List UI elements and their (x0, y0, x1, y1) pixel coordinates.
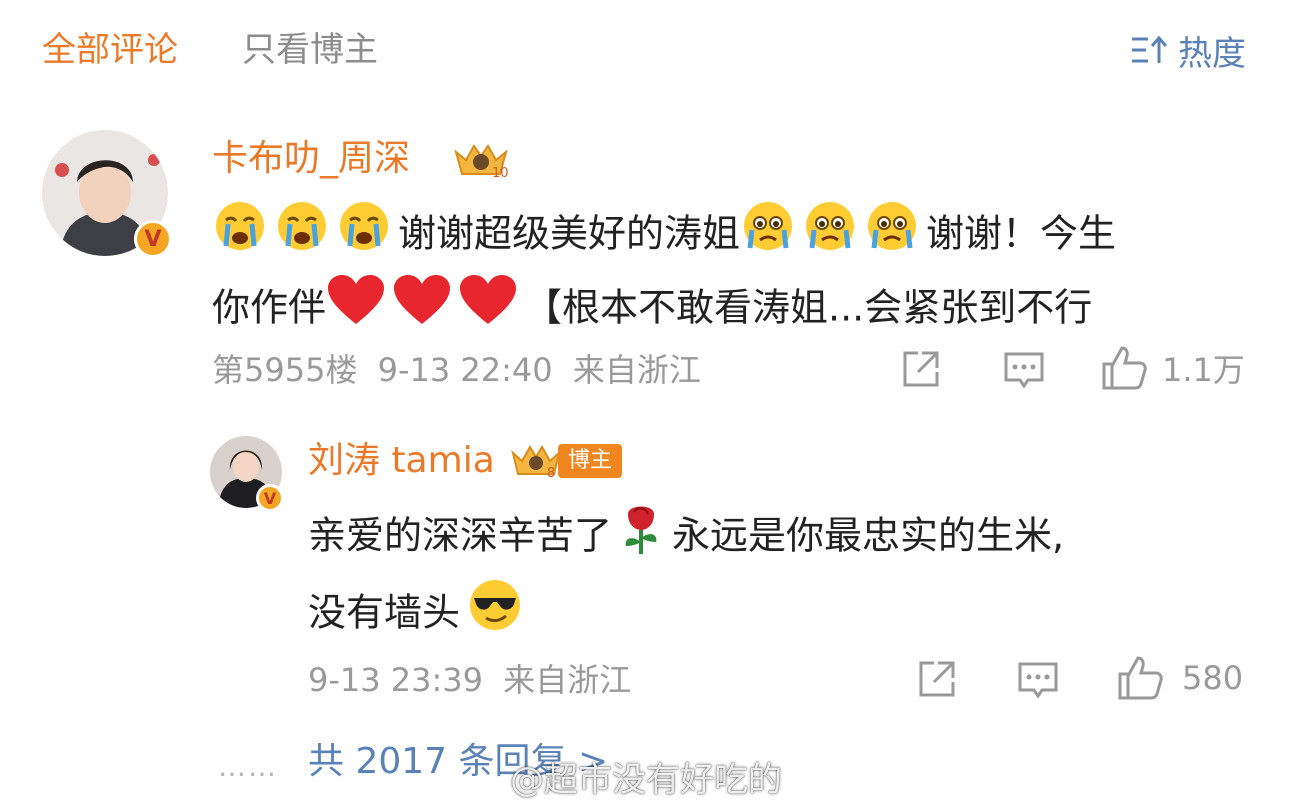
comment-text-part: 谢谢！今生 (926, 211, 1117, 256)
reply-meta: 9-13 23:39 来自浙江 (308, 660, 631, 700)
comment-text-part: 你作伴 (212, 285, 327, 330)
share-button[interactable] (900, 348, 942, 390)
comment-icon (1018, 662, 1058, 699)
tab-blogger-only[interactable]: 只看博主 (242, 28, 378, 72)
heart-icon (458, 274, 518, 346)
comment-text-part: 谢谢超级美好的涛姐 (398, 211, 741, 256)
tab-all-comments[interactable]: 全部评论 (42, 28, 178, 72)
heart-icon (392, 274, 452, 346)
reply-text-part: 亲爱的深深辛苦了 (308, 513, 613, 558)
like-button[interactable]: 1.1万 (1100, 344, 1245, 392)
sort-label: 热度 (1178, 33, 1246, 74)
reply-share-button[interactable] (916, 658, 958, 700)
level-badge-number: 8 (547, 466, 555, 480)
comment-icon (1004, 352, 1044, 389)
share-icon (919, 661, 955, 697)
comment-text: 谢谢超级美好的涛姐 谢谢！今生 你作伴 【根本不敢看涛姐...会紧张到不行 (212, 198, 1252, 346)
reply-button[interactable] (1002, 348, 1046, 392)
reply-text-part: 永远是你最忠实的生米, (672, 513, 1065, 558)
comment-tabs: 全部评论 只看博主 热度 (0, 0, 1290, 100)
comment-text-part: 【根本不敢看涛姐...会紧张到不行 (524, 285, 1093, 330)
reply-text-part: 没有墙头 (308, 590, 461, 635)
rose-icon (616, 500, 666, 576)
comment-time: 9-13 22:40 (377, 351, 553, 389)
tearful-face-icon (802, 198, 858, 274)
verified-badge-icon: V (256, 484, 284, 512)
watermark: @超市没有好吃的 (510, 760, 782, 800)
verified-badge-icon: V (134, 220, 172, 258)
reply-text: 亲爱的深深辛苦了 永远是你最忠实的生米, 没有墙头 (308, 500, 1268, 654)
reply-like-count: 580 (1182, 659, 1244, 697)
like-icon (1118, 656, 1163, 700)
floor-number: 第5955楼 (212, 351, 358, 389)
sort-icon (1132, 35, 1168, 63)
blogger-badge: 博主 (558, 444, 623, 478)
heart-icon (326, 274, 386, 346)
crown-level-icon: 8 (510, 440, 562, 484)
crying-face-icon (212, 198, 268, 274)
cool-sunglasses-face-icon (466, 576, 524, 654)
reply-like-button[interactable]: 580 (1116, 654, 1243, 702)
tearful-face-icon (864, 198, 920, 274)
reply-username[interactable]: 刘涛 tamia (308, 438, 495, 484)
comment-location: 来自浙江 (572, 351, 701, 389)
reply-location: 来自浙江 (503, 661, 632, 699)
reply-time: 9-13 23:39 (308, 661, 484, 699)
sort-by-hot-button[interactable]: 热度 (1130, 28, 1246, 74)
tearful-face-icon (740, 198, 796, 274)
reply-comment-button[interactable] (1016, 658, 1060, 702)
like-count: 1.1万 (1162, 351, 1245, 389)
crying-face-icon (274, 198, 330, 274)
comment-meta: 第5955楼 9-13 22:40 来自浙江 (212, 350, 701, 390)
like-icon (1102, 346, 1147, 390)
share-icon (903, 351, 939, 387)
crying-face-icon (336, 198, 392, 274)
crown-level-icon: 10 (452, 138, 510, 184)
comment-username[interactable]: 卡布叻_周深 (212, 136, 410, 182)
level-badge-number: 10 (492, 166, 509, 180)
more-divider: …… (218, 750, 278, 783)
